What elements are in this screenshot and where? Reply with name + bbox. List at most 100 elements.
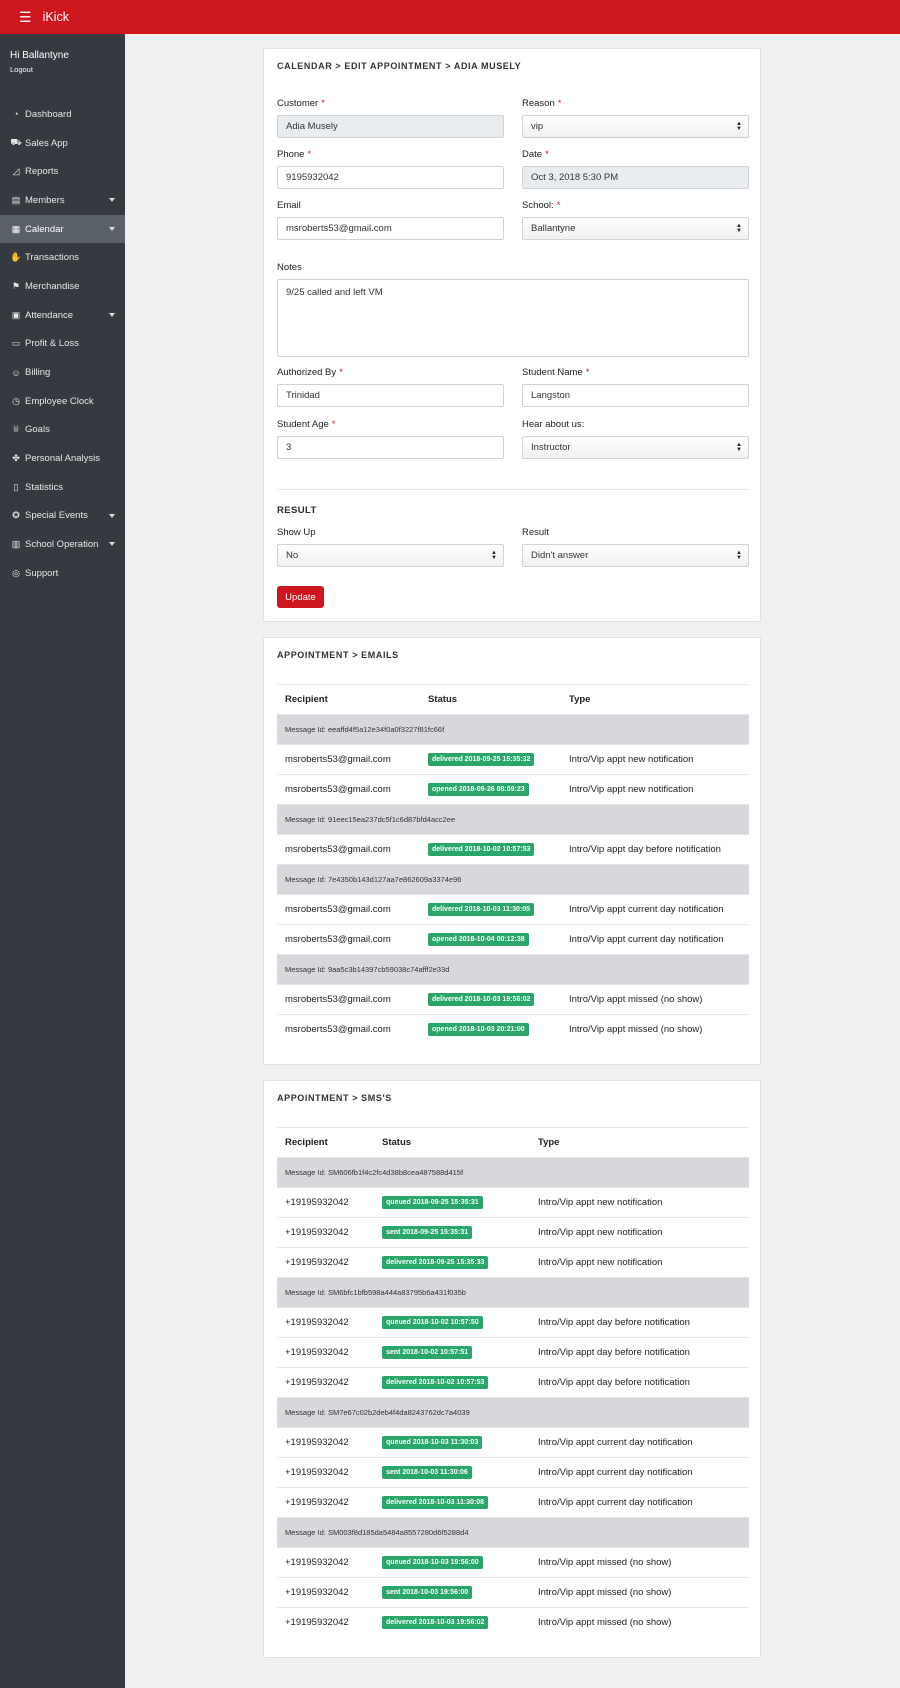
recipient-cell: +19195932042 xyxy=(277,1547,374,1578)
student-name-label: Student Name * xyxy=(522,367,590,378)
sidebar-item-statistics[interactable]: ▯ Statistics xyxy=(0,473,125,502)
status-cell: sent 2018-09-25 15:35:31 xyxy=(374,1217,530,1248)
chevron-down-icon xyxy=(109,513,115,518)
sidebar-item-special-events[interactable]: ✪ Special Events xyxy=(0,502,125,531)
student-age-field[interactable]: 3 xyxy=(277,436,504,459)
table-row: +19195932042 delivered 2018-09-25 15:35:3… xyxy=(277,1247,749,1278)
customer-field[interactable]: Adia Musely xyxy=(277,115,504,138)
student-name-field[interactable]: Langston xyxy=(522,384,749,407)
brand-name[interactable]: iKick xyxy=(43,10,69,24)
chart-icon: ◿ xyxy=(12,166,20,177)
status-badge: sent 2018-09-25 15:35:31 xyxy=(382,1226,473,1239)
select-arrows-icon: ▲ ▼ xyxy=(736,223,742,234)
message-id: Message Id: SM606fb1f4c2fc4d38b8cea48758… xyxy=(277,1157,749,1188)
recipient-cell: msroberts53@gmail.com xyxy=(277,774,420,805)
sidebar-item-label: Sales App xyxy=(25,137,68,149)
sidebar-item-school-operation[interactable]: ▥ School Operation xyxy=(0,530,125,559)
emails-title: APPOINTMENT > EMAILS xyxy=(277,650,399,660)
recipient-cell: +19195932042 xyxy=(277,1217,374,1248)
email-label: Email xyxy=(277,200,301,211)
table-row: msroberts53@gmail.com opened 2018-10-03 2… xyxy=(277,1014,749,1045)
file-icon: ▯ xyxy=(13,481,19,492)
status-cell: queued 2018-10-02 10:57:50 xyxy=(374,1307,530,1338)
table-row: msroberts53@gmail.com opened 2018-10-04 0… xyxy=(277,924,749,955)
status-cell: opened 2018-10-03 20:21:00 xyxy=(420,1014,561,1045)
recipient-cell: +19195932042 xyxy=(277,1457,374,1488)
status-badge: queued 2018-09-25 15:35:31 xyxy=(382,1196,483,1209)
date-field[interactable]: Oct 3, 2018 5:30 PM xyxy=(522,166,749,189)
recipient-cell: +19195932042 xyxy=(277,1337,374,1368)
notes-textarea[interactable]: 9/25 called and left VM xyxy=(277,279,749,357)
status-cell: delivered 2018-09-25 15:35:32 xyxy=(420,744,561,775)
sidebar-item-support[interactable]: ◎ Support xyxy=(0,559,125,588)
status-badge: delivered 2018-10-03 19:56:02 xyxy=(428,993,535,1006)
hear-about-us-select[interactable]: Instructor ▲ ▼ xyxy=(522,436,749,459)
select-arrows-icon: ▲ ▼ xyxy=(491,550,497,561)
chevron-down-icon xyxy=(109,542,115,547)
type-cell: Intro/Vip appt missed (no show) xyxy=(561,984,749,1015)
phone-field[interactable]: 9195932042 xyxy=(277,166,504,189)
trophy-icon: ♕ xyxy=(11,424,21,435)
message-id: Message Id: 9aa5c3b14397cb59038c74afff2e… xyxy=(277,954,749,985)
type-cell: Intro/Vip appt current day notification xyxy=(561,924,749,955)
type-cell: Intro/Vip appt current day notification xyxy=(561,894,749,925)
sidebar-item-transactions[interactable]: ✋ Transactions xyxy=(0,243,125,272)
status-cell: queued 2018-09-25 15:35:31 xyxy=(374,1187,530,1218)
type-cell: Intro/Vip appt day before notification xyxy=(561,834,749,865)
emails-table: Recipient Status Type Message Id: eeaffd… xyxy=(277,684,749,1045)
sidebar-item-attendance[interactable]: ▣ Attendance xyxy=(0,301,125,330)
sidebar-item-personal-analysis[interactable]: ✤ Personal Analysis xyxy=(0,444,125,473)
result-select[interactable]: Didn't answer ▲ ▼ xyxy=(522,544,749,567)
email-field[interactable]: msroberts53@gmail.com xyxy=(277,217,504,240)
sidebar-item-profit-loss[interactable]: ▭ Profit & Loss xyxy=(0,330,125,359)
message-id-row: Message Id: SM7e67c02b2deb4f4da8243762dc… xyxy=(277,1397,749,1428)
sidebar-item-members[interactable]: ▤ Members xyxy=(0,186,125,215)
sidebar-item-dashboard[interactable]: ◔ Dashboard xyxy=(0,100,125,129)
show-up-label: Show Up xyxy=(277,527,316,538)
dashboard-icon: ◔ xyxy=(13,109,19,120)
table-row: +19195932042 queued 2018-10-03 19:56:00 In… xyxy=(277,1547,749,1578)
school-label: School: * xyxy=(522,200,561,211)
sidebar-item-employee-clock[interactable]: ◷ Employee Clock xyxy=(0,387,125,416)
sidebar-item-sales-app[interactable]: ⛟ Sales App xyxy=(0,129,125,158)
update-button[interactable]: Update xyxy=(277,586,324,608)
phone-label: Phone * xyxy=(277,149,312,160)
message-id-row: Message Id: eeaffd4f5a12e34f0a0f3227f81f… xyxy=(277,714,749,745)
recipient-cell: +19195932042 xyxy=(277,1607,374,1638)
sidebar-item-label: Support xyxy=(25,567,59,579)
sidebar-item-calendar[interactable]: ▦ Calendar xyxy=(0,214,125,244)
status-badge: delivered 2018-09-25 15:35:33 xyxy=(382,1256,489,1269)
sidebar-item-goals[interactable]: ♕ Goals xyxy=(0,416,125,445)
status-cell: delivered 2018-10-03 11:30:08 xyxy=(374,1487,530,1518)
sidebar-item-label: Profit & Loss xyxy=(25,338,79,350)
sidebar-item-reports[interactable]: ◿ Reports xyxy=(0,157,125,186)
form-divider xyxy=(277,489,749,490)
type-cell: Intro/Vip appt missed (no show) xyxy=(561,1014,749,1045)
show-up-select[interactable]: No ▲ ▼ xyxy=(277,544,504,567)
recipient-cell: msroberts53@gmail.com xyxy=(277,894,420,925)
hamburger-menu-icon[interactable]: ☰ xyxy=(19,10,32,24)
table-row: +19195932042 sent 2018-10-03 11:30:06 Intr… xyxy=(277,1457,749,1488)
message-id: Message Id: eeaffd4f5a12e34f0a0f3227f81f… xyxy=(277,714,749,745)
emails-card: APPOINTMENT > EMAILS Recipient Status Ty… xyxy=(263,637,761,1065)
sidebar-item-merchandise[interactable]: ⚑ Merchandise xyxy=(0,272,125,301)
table-row: msroberts53@gmail.com delivered 2018-09-2… xyxy=(277,744,749,775)
select-arrows-icon: ▲ ▼ xyxy=(736,121,742,132)
authorized-by-field[interactable]: Trinidad xyxy=(277,384,504,407)
recipient-cell: msroberts53@gmail.com xyxy=(277,744,420,775)
table-row: msroberts53@gmail.com opened 2018-09-26 0… xyxy=(277,774,749,805)
status-badge: delivered 2018-10-03 19:56:02 xyxy=(382,1616,489,1630)
sidebar-item-billing[interactable]: ☺ Billing xyxy=(0,358,125,387)
reason-select[interactable]: vip ▲ ▼ xyxy=(522,115,749,138)
table-row: msroberts53@gmail.com delivered 2018-10-0… xyxy=(277,894,749,925)
status-cell: delivered 2018-10-03 11:30:05 xyxy=(420,894,561,925)
type-cell: Intro/Vip appt new notification xyxy=(561,744,749,775)
type-cell: Intro/Vip appt new notification xyxy=(530,1217,749,1248)
top-bar: ☰ iKick xyxy=(0,0,900,34)
award-icon: ✪ xyxy=(12,510,20,521)
school-select[interactable]: Ballantyne ▲ ▼ xyxy=(522,217,749,240)
sidebar-item-label: Employee Clock xyxy=(25,395,94,407)
sidebar-item-label: Special Events xyxy=(25,510,88,522)
logout-link[interactable]: Logout xyxy=(0,61,125,74)
sidebar-item-label: Merchandise xyxy=(25,280,80,292)
